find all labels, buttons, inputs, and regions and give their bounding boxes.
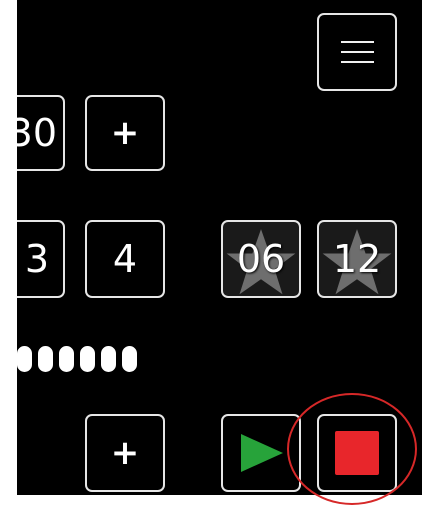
- value-display-b[interactable]: 3: [17, 220, 65, 298]
- page-dot: [59, 346, 74, 372]
- plus-icon: +: [110, 433, 140, 473]
- preset-12-label: 12: [332, 237, 382, 281]
- value-b-text: 3: [24, 237, 49, 281]
- increment-button-bottom[interactable]: +: [85, 414, 165, 492]
- plus-icon: +: [110, 113, 140, 153]
- page-dot: [17, 346, 32, 372]
- device-screen: 30 + 3 4 06 12 +: [17, 0, 422, 495]
- play-button[interactable]: [221, 414, 301, 492]
- page-dot: [101, 346, 116, 372]
- page-indicator: [17, 346, 137, 372]
- value-a-text: 30: [17, 111, 57, 155]
- stop-button[interactable]: [317, 414, 397, 492]
- value-display-c[interactable]: 4: [85, 220, 165, 298]
- preset-button-06[interactable]: 06: [221, 220, 301, 298]
- increment-button[interactable]: +: [85, 95, 165, 171]
- value-display-a[interactable]: 30: [17, 95, 65, 171]
- value-c-text: 4: [112, 237, 138, 281]
- page-dot: [38, 346, 53, 372]
- preset-06-label: 06: [236, 237, 286, 281]
- hamburger-icon: [340, 41, 374, 63]
- page-dot: [80, 346, 95, 372]
- preset-button-12[interactable]: 12: [317, 220, 397, 298]
- play-icon: [241, 434, 283, 472]
- stop-icon: [335, 431, 379, 475]
- menu-button[interactable]: [317, 13, 397, 91]
- page-dot: [122, 346, 137, 372]
